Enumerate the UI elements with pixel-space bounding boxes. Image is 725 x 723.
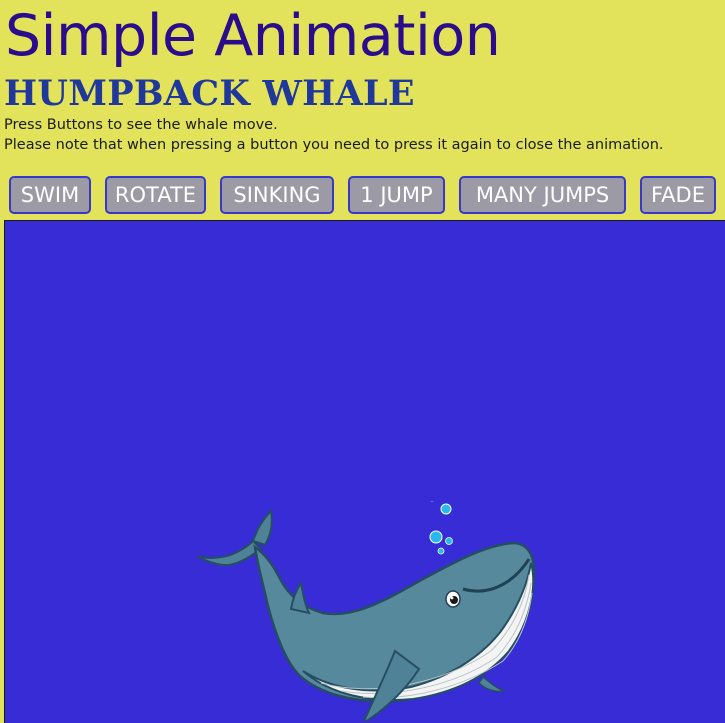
bubbles-icon	[429, 501, 453, 555]
instruction-line: Press Buttons to see the whale move.	[4, 117, 278, 133]
instructions: Press Buttons to see the whale move. Ple…	[4, 115, 664, 155]
swim-button[interactable]: SWIM	[9, 176, 91, 214]
many-jumps-button[interactable]: MANY JUMPS	[459, 176, 626, 214]
whale-image	[196, 501, 536, 721]
page-subtitle: HUMPBACK WHALE	[4, 73, 415, 114]
one-jump-button[interactable]: 1 JUMP	[348, 176, 445, 214]
sinking-button[interactable]: SINKING	[220, 176, 334, 214]
rotate-button[interactable]: ROTATE	[105, 176, 206, 214]
page-title: Simple Animation	[5, 3, 501, 69]
animation-stage	[4, 220, 725, 723]
fade-button[interactable]: FADE	[640, 176, 716, 214]
animation-controls: SWIM ROTATE SINKING 1 JUMP MANY JUMPS FA…	[0, 176, 725, 216]
instruction-line: Please note that when pressing a button …	[4, 137, 664, 153]
